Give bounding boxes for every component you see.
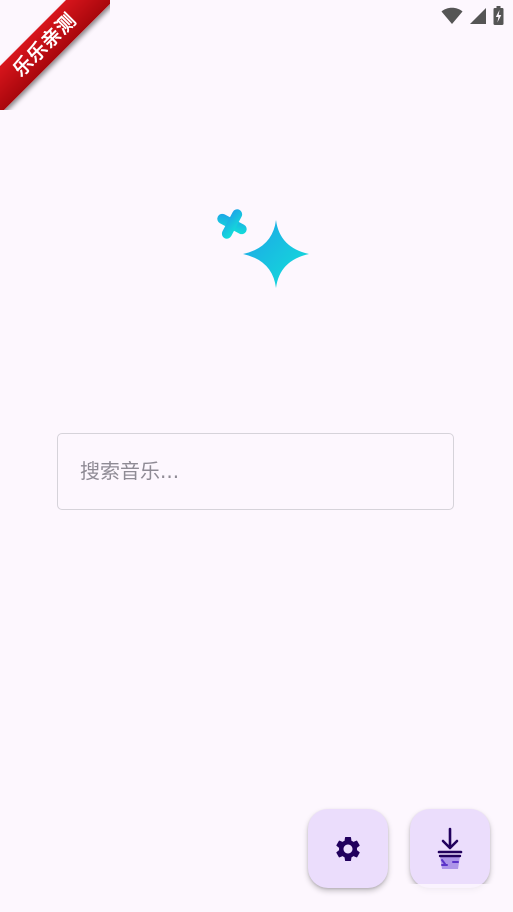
bottom-fade: [408, 884, 498, 912]
download-button[interactable]: [410, 809, 490, 888]
search-field[interactable]: [57, 433, 454, 510]
ribbon-label: 乐乐亲测: [0, 0, 110, 110]
search-input[interactable]: [80, 434, 430, 508]
settings-button[interactable]: [308, 809, 388, 888]
download-icon: [437, 827, 463, 869]
sparkle-icon: [217, 209, 309, 288]
status-icons: [441, 6, 504, 25]
battery-charging-icon: [493, 6, 504, 25]
gear-icon: [336, 836, 360, 861]
wifi-icon: [441, 7, 463, 24]
signal-icon: [470, 7, 486, 24]
test-ribbon: 乐乐亲测: [0, 0, 110, 110]
